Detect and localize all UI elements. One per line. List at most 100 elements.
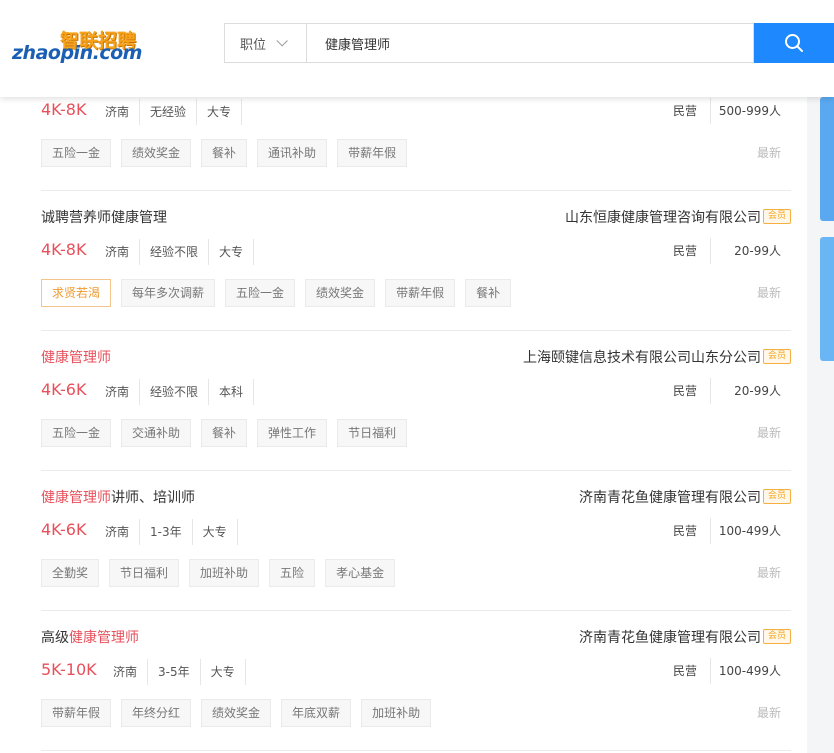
job-requirements: 济南 1-3年 大专 [105,519,238,545]
welfare-tag: 孝心基金 [325,559,396,587]
job-experience: 3-5年 [148,659,201,685]
welfare-tag: 年底双薪 [281,699,352,727]
job-card[interactable]: 健康管理师讲师、培训师 济南青花鱼健康管理有限公司 会员 4K-6K 济南 1-3年 大专 民… [41,471,791,611]
job-city: 济南 [105,99,141,125]
company-name[interactable]: 济南青花鱼健康管理有限公司 [579,627,761,647]
right-side-strip-bottom [820,237,834,361]
job-requirements: 济南 无经验 大专 [105,99,243,125]
job-city: 济南 [105,379,141,405]
job-title[interactable]: 健康管理师讲师、培训师 [41,487,195,507]
welfare-tag: 绩效奖金 [121,139,192,167]
chevron-down-icon [276,35,288,47]
welfare-tag: 餐补 [201,419,248,447]
company-name[interactable]: 山东恒康健康管理咨询有限公司 [565,207,761,227]
job-title[interactable]: 健康管理师 [41,347,111,367]
job-list: 4K-8K 济南 无经验 大专 民营 500-999人 五险一金 绩效奖金 餐补 通讯补助 带薪年假… [0,97,807,753]
salary: 4K-6K [41,520,87,539]
welfare-tag: 五险 [269,559,316,587]
welfare-tag: 加班补助 [361,699,432,727]
company-name[interactable]: 上海颐键信息技术有限公司山东分公司 [523,347,761,367]
site-header: 智联招聘 zhaopin.com 职位 [0,0,834,97]
job-title-prefix: 诚聘营养师健康管理 [41,210,167,226]
latest-label: 最新 [756,706,781,720]
job-education: 大专 [193,519,238,545]
welfare-tag: 节日福利 [109,559,180,587]
welfare-tag: 通讯补助 [257,139,328,167]
job-experience: 经验不限 [140,379,210,405]
salary: 4K-8K [41,100,87,119]
divider [710,98,711,124]
divider [710,518,711,544]
job-title[interactable]: 高级健康管理师 [41,627,139,647]
welfare-tag: 绩效奖金 [305,279,376,307]
search-icon [785,34,803,52]
company-type: 民营 [672,384,697,398]
zhaopin-logo[interactable]: 智联招聘 zhaopin.com [12,26,142,66]
welfare-tags: 带薪年假 年终分红 绩效奖金 年底双薪 加班补助 [41,699,441,727]
job-education: 本科 [209,379,255,405]
job-experience: 无经验 [140,99,198,125]
job-title-highlight: 健康管理师 [41,490,111,506]
welfare-tag: 五险一金 [225,279,296,307]
job-experience: 经验不限 [140,239,210,265]
job-requirements: 济南 3-5年 大专 [113,659,246,685]
hot-tag: 求贤若渴 [41,279,112,307]
welfare-tag: 每年多次调薪 [121,279,216,307]
divider [710,658,711,684]
vip-badge: 会员 [763,489,791,504]
salary: 4K-8K [41,240,87,259]
welfare-tag: 带薪年假 [41,699,112,727]
welfare-tag: 餐补 [465,279,512,307]
welfare-tags: 全勤奖 节日福利 加班补助 五险 孝心基金 [41,559,405,587]
welfare-tags: 五险一金 绩效奖金 餐补 通讯补助 带薪年假 [41,139,417,167]
job-title-prefix: 高级 [41,630,69,646]
logo-en-text: zhaopin.com [12,42,142,64]
welfare-tag: 弹性工作 [257,419,328,447]
job-city: 济南 [113,659,149,685]
right-side-strip-top [820,97,834,221]
latest-label: 最新 [756,566,781,580]
company-type: 民营 [672,664,697,678]
company-size: 100-499人 [718,524,781,538]
job-card[interactable]: 健康管理师 上海颐键信息技术有限公司山东分公司 会员 4K-6K 济南 经验不限 本科 民营 2… [41,331,791,471]
job-requirements: 济南 经验不限 本科 [105,379,255,405]
welfare-tag: 五险一金 [41,139,112,167]
welfare-tag: 餐补 [201,139,248,167]
company-name[interactable]: 济南青花鱼健康管理有限公司 [579,487,761,507]
job-city: 济南 [105,519,141,545]
search-input[interactable] [308,24,753,62]
company-size: 100-499人 [718,664,781,678]
welfare-tags: 五险一金 交通补助 餐补 弹性工作 节日福利 [41,419,417,447]
latest-label: 最新 [756,286,781,300]
company-type: 民营 [672,524,697,538]
welfare-tag: 节日福利 [337,419,408,447]
search-button[interactable] [754,23,834,63]
job-education: 大专 [197,99,243,125]
welfare-tags: 求贤若渴 每年多次调薪 五险一金 绩效奖金 带薪年假 餐补 [41,279,521,307]
job-education: 大专 [209,239,255,265]
welfare-tag: 带薪年假 [385,279,456,307]
company-size: 20-99人 [734,244,781,258]
job-requirements: 济南 经验不限 大专 [105,239,255,265]
job-title-highlight: 健康管理师 [41,350,111,366]
job-title-highlight: 健康管理师 [69,630,139,646]
job-card[interactable]: 诚聘营养师健康管理 山东恒康健康管理咨询有限公司 会员 4K-8K 济南 经验不限 大专 民营… [41,191,791,331]
welfare-tag: 交通补助 [121,419,192,447]
company-size: 500-999人 [718,104,781,118]
search-type-dropdown[interactable]: 职位 [225,24,307,62]
welfare-tag: 带薪年假 [337,139,408,167]
job-card[interactable]: 高级健康管理师 济南青花鱼健康管理有限公司 会员 5K-10K 济南 3-5年 大专 民营 10… [41,611,791,751]
divider [710,378,711,404]
divider [710,238,711,264]
job-city: 济南 [105,239,141,265]
job-card[interactable]: 4K-8K 济南 无经验 大专 民营 500-999人 五险一金 绩效奖金 餐补 通讯补助 带薪年假… [41,97,791,191]
latest-label: 最新 [756,146,781,160]
welfare-tag: 绩效奖金 [201,699,272,727]
welfare-tag: 加班补助 [189,559,260,587]
search-box: 职位 [224,23,754,63]
salary: 4K-6K [41,380,87,399]
latest-label: 最新 [756,426,781,440]
job-title[interactable]: 诚聘营养师健康管理 [41,207,167,227]
welfare-tag: 年终分红 [121,699,192,727]
vip-badge: 会员 [763,349,791,364]
